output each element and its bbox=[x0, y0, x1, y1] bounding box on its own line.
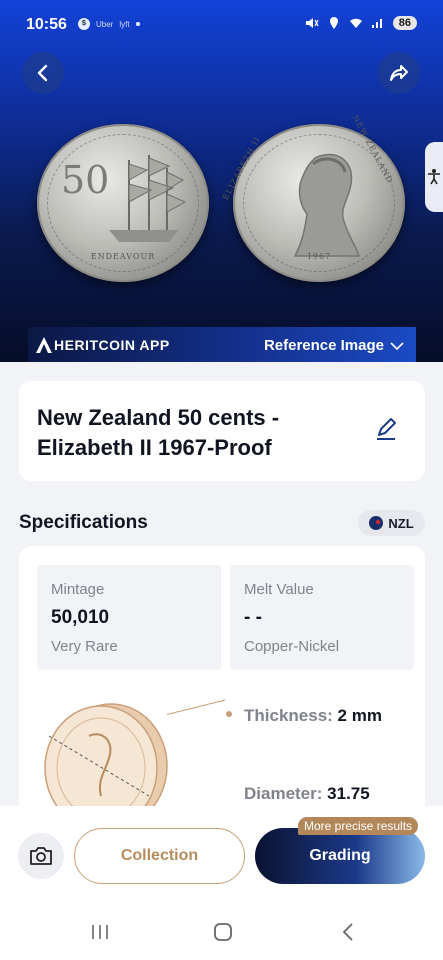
status-time: 10:56 bbox=[26, 16, 67, 33]
reference-image-bar[interactable]: HERITCOIN APP Reference Image bbox=[28, 327, 416, 362]
camera-icon bbox=[30, 847, 52, 865]
camera-button[interactable] bbox=[18, 833, 64, 879]
thickness-value: 2 mm bbox=[337, 706, 382, 725]
heritcoin-logo-icon bbox=[36, 337, 52, 353]
country-chip[interactable]: NZL bbox=[358, 510, 425, 536]
country-code: NZL bbox=[388, 515, 414, 531]
share-icon bbox=[390, 65, 408, 81]
accessibility-icon bbox=[428, 169, 440, 185]
system-back-button[interactable] bbox=[336, 920, 360, 944]
edit-button[interactable] bbox=[373, 417, 401, 445]
pencil-icon bbox=[377, 418, 396, 440]
status-right-icons: 86 bbox=[305, 16, 417, 30]
mintage-value: 50,010 bbox=[51, 607, 110, 628]
chevron-down-icon bbox=[390, 341, 404, 350]
uber-icon: Uber bbox=[96, 19, 114, 29]
system-nav-bar bbox=[0, 900, 443, 960]
notification-dot bbox=[135, 22, 140, 26]
composition-label: Copper-Nickel bbox=[244, 638, 340, 655]
hero-section: 10:56 $ Uber lyft 86 50 ENDEAVOUR ELIZAB… bbox=[0, 0, 443, 362]
battery-icon: 86 bbox=[392, 16, 417, 30]
status-bar: 10:56 $ Uber lyft 86 bbox=[0, 0, 443, 50]
specifications-heading: Specifications bbox=[19, 512, 148, 533]
signal-icon bbox=[371, 19, 382, 28]
coin-year: 1967 bbox=[306, 252, 332, 261]
location-icon bbox=[329, 17, 338, 29]
mintage-label: Mintage bbox=[51, 581, 105, 598]
reference-image-dropdown[interactable]: Reference Image bbox=[264, 337, 404, 354]
coin-reverse-image[interactable]: ELIZABETH II NEW ZEALAND 1967 bbox=[221, 113, 405, 282]
ship-engraving-icon bbox=[109, 155, 187, 242]
status-left-icons: $ Uber lyft bbox=[78, 18, 140, 30]
coin-dimension-diagram bbox=[44, 703, 168, 816]
back-arrow-icon bbox=[342, 923, 353, 941]
grading-button[interactable]: Grading bbox=[255, 828, 425, 884]
lyft-icon: lyft bbox=[119, 19, 130, 29]
back-button[interactable] bbox=[22, 52, 64, 94]
coin-title: New Zealand 50 cents - Elizabeth II 1967… bbox=[37, 405, 280, 460]
brand-name: HERITCOIN APP bbox=[54, 337, 170, 353]
melt-value: - - bbox=[244, 607, 262, 628]
rarity-label: Very Rare bbox=[51, 638, 118, 655]
reference-image-label: Reference Image bbox=[263, 337, 384, 354]
diameter-spec: Diameter: 31.75 bbox=[244, 784, 370, 804]
diameter-label: Diameter: bbox=[244, 784, 323, 803]
specifications-card: Mintage 50,010 Very Rare Melt Value - - … bbox=[19, 546, 425, 816]
mintage-tile: Mintage 50,010 Very Rare bbox=[37, 565, 221, 670]
melt-value-tile: Melt Value - - Copper-Nickel bbox=[230, 565, 414, 670]
recent-apps-button[interactable] bbox=[88, 920, 112, 944]
thickness-spec: Thickness: 2 mm bbox=[244, 706, 382, 726]
melt-value-label: Melt Value bbox=[244, 581, 314, 598]
coin-front-legend: ENDEAVOUR bbox=[90, 252, 156, 261]
currency-icon: $ bbox=[78, 18, 90, 30]
diameter-value: 31.75 bbox=[327, 784, 370, 803]
wifi-icon bbox=[349, 18, 362, 28]
collection-button[interactable]: Collection bbox=[74, 828, 245, 884]
accessibility-tab[interactable] bbox=[425, 142, 443, 212]
home-button[interactable] bbox=[211, 920, 235, 944]
brand-logo: HERITCOIN APP bbox=[34, 336, 170, 354]
mute-icon bbox=[305, 18, 319, 28]
chevron-left-icon bbox=[37, 64, 48, 82]
queen-portrait-icon bbox=[293, 153, 361, 257]
coin-obverse-image[interactable]: 50 ENDEAVOUR bbox=[37, 124, 209, 282]
share-button[interactable] bbox=[378, 52, 420, 94]
recent-apps-icon bbox=[92, 925, 108, 939]
precise-results-badge: More precise results bbox=[298, 817, 419, 835]
home-icon bbox=[214, 923, 232, 941]
nz-flag-icon bbox=[369, 516, 384, 530]
bottom-action-bar: Collection Grading More precise results bbox=[0, 806, 443, 900]
thickness-callout-dot bbox=[226, 711, 232, 717]
thickness-label: Thickness: bbox=[244, 706, 333, 725]
coin-title-card: New Zealand 50 cents - Elizabeth II 1967… bbox=[19, 381, 425, 481]
